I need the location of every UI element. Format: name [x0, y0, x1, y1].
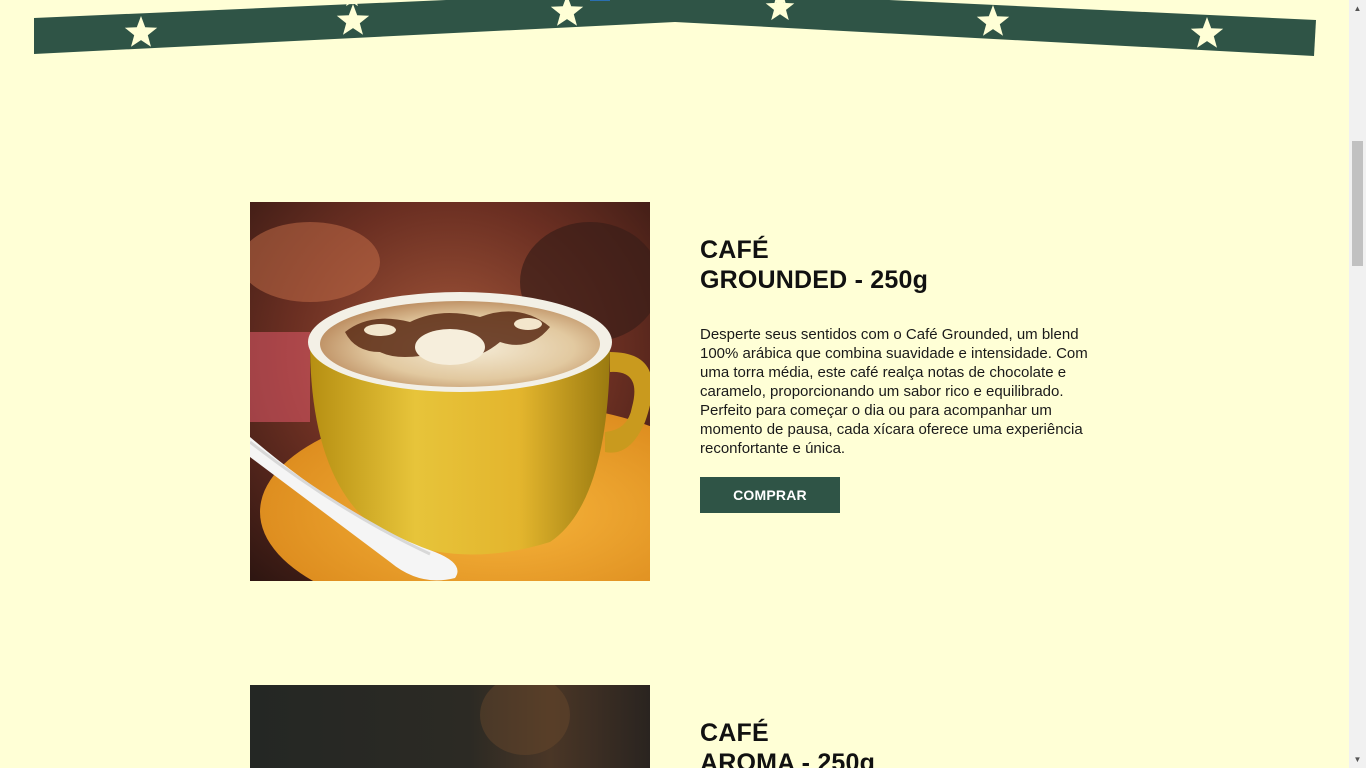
product-description: Desperte seus sentidos com o Café Ground…: [700, 326, 1088, 457]
banner-blue-mark: [590, 0, 610, 1]
product-image-aroma: [250, 685, 650, 768]
product-title-line1: CAFÉ: [700, 719, 769, 747]
page: CAFÉ GROUNDED - 250g Desperte seus senti…: [0, 0, 1349, 768]
product-title-line2: GROUNDED - 250g: [700, 266, 929, 294]
buy-button[interactable]: COMPRAR: [700, 477, 840, 513]
product-info: CAFÉ GROUNDED - 250g Desperte seus senti…: [700, 235, 1105, 513]
vertical-scrollbar[interactable]: ▲ ▼: [1349, 0, 1366, 768]
product-info: CAFÉ AROMA - 250g: [700, 718, 1105, 768]
banner-graphic: [34, 0, 1316, 56]
product-title: CAFÉ AROMA - 250g: [700, 718, 1105, 768]
coffee-cup-illustration: [250, 202, 650, 581]
star-icon: [987, 0, 999, 5]
product-title-line1: CAFÉ: [700, 236, 769, 264]
star-banner: [0, 0, 1349, 60]
product-image-cappuccino: [250, 202, 650, 581]
scroll-up-arrow-icon[interactable]: ▲: [1349, 0, 1366, 17]
scroll-down-arrow-icon[interactable]: ▼: [1349, 751, 1366, 768]
product-title-line2: AROMA - 250g: [700, 749, 876, 768]
aroma-image-illustration: [250, 685, 650, 768]
scrollbar-thumb[interactable]: [1352, 141, 1363, 266]
product-title: CAFÉ GROUNDED - 250g: [700, 235, 1105, 295]
